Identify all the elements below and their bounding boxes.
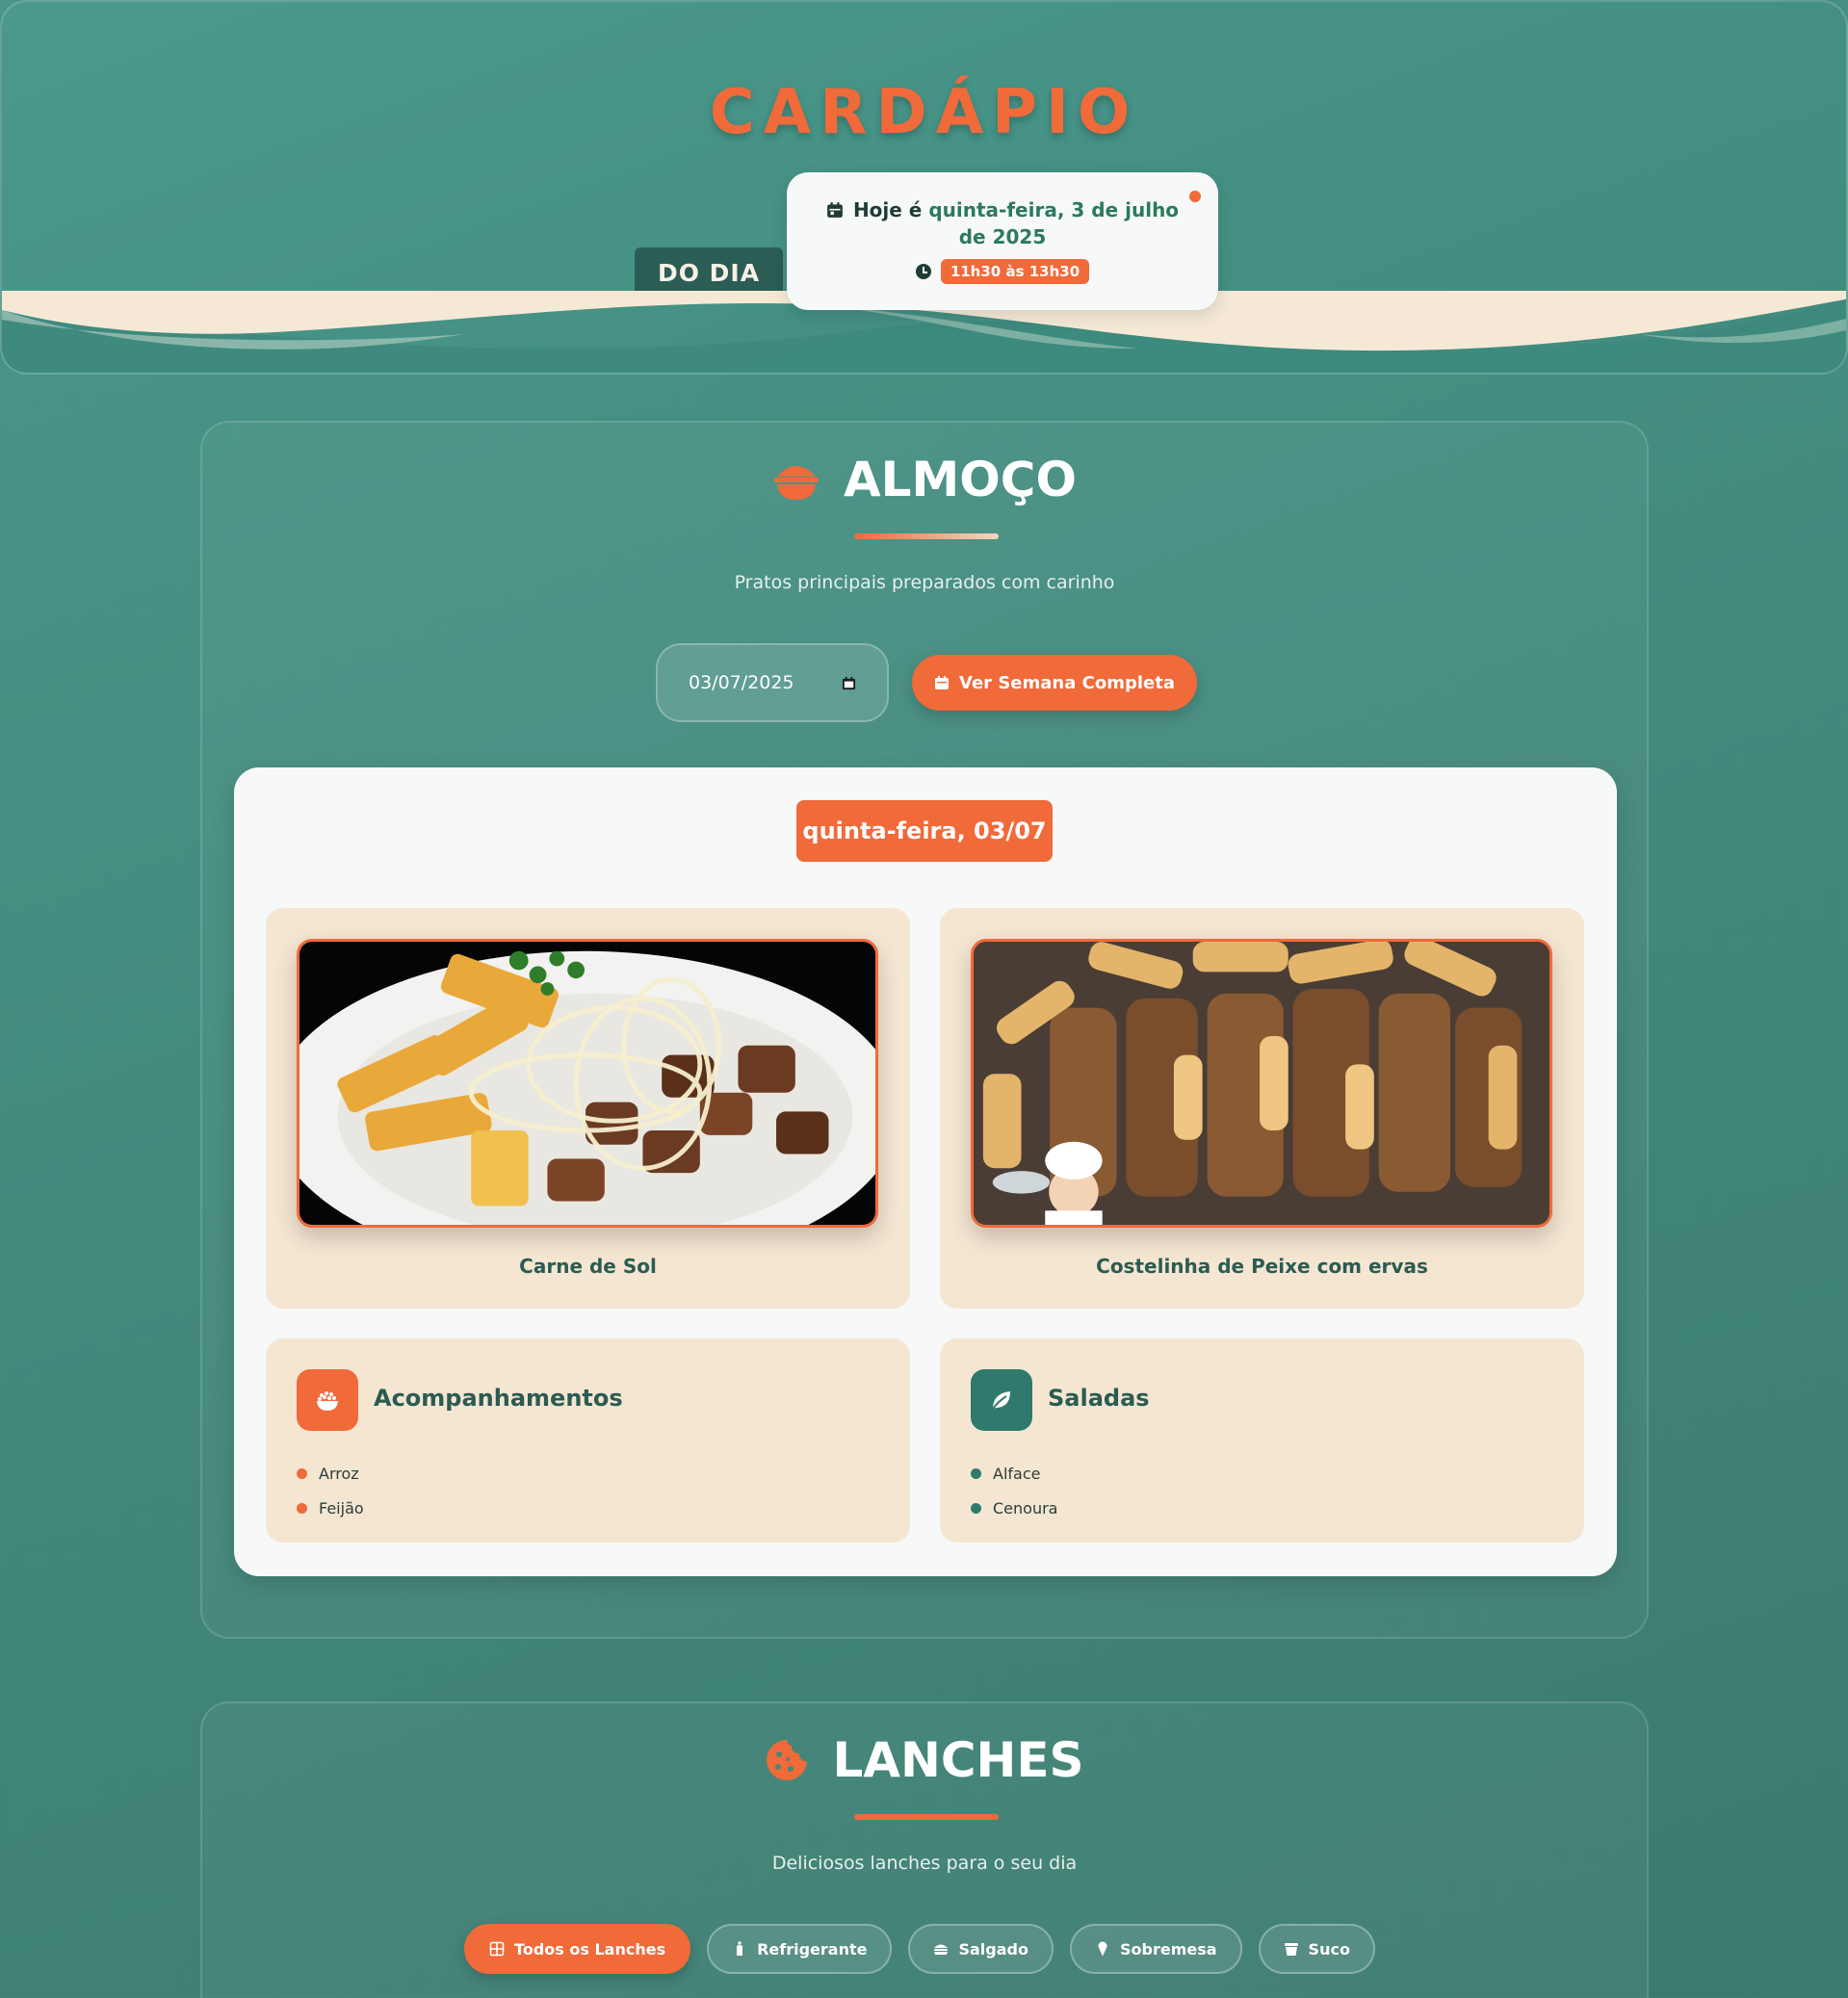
today-text: Hoje é quinta-feira, 3 de julho de 2025 [816,196,1189,250]
filter-todos-button[interactable]: Todos os Lanches [464,1924,691,1974]
filter-sobremesa-button[interactable]: Sobremesa [1069,1924,1242,1974]
dish-name: Carne de Sol [519,1255,657,1278]
calendar-icon [935,676,950,689]
saladas-list: Alface Cenoura [971,1456,1057,1525]
list-item-label: Alface [993,1464,1041,1483]
acompanhamentos-list: Arroz Feijão [297,1456,364,1525]
calendar-icon [827,202,843,218]
date-input[interactable]: 03/07/2025 [656,643,889,722]
almoco-section: ALMOÇO Pratos principais preparados com … [200,421,1649,1639]
ice-cream-icon [1098,1941,1107,1957]
cup-icon [1284,1943,1298,1956]
view-week-label: Ver Semana Completa [959,672,1175,693]
filter-suco-button[interactable]: Suco [1258,1924,1375,1974]
almoco-underline [854,533,999,539]
dish-photo [297,939,878,1228]
page-header: CARDÁPIO DO DIA Hoje é quinta-feira, 3 d… [0,0,1848,375]
filter-refrigerante-button[interactable]: Refrigerante [707,1924,893,1974]
costelinha-de-peixe-image [974,942,1549,1225]
filter-label: Todos os Lanches [514,1939,666,1959]
filter-salgado-button[interactable]: Salgado [908,1924,1054,1974]
today-card: Hoje é quinta-feira, 3 de julho de 2025 … [787,172,1218,310]
filter-label: Sobremesa [1119,1939,1217,1959]
date-input-value: 03/07/2025 [689,672,794,693]
day-badge: quinta-feira, 03/07 [796,800,1053,862]
menu-card: quinta-feira, 03/07 Carne de Sol Costeli… [234,767,1617,1576]
clock-icon [915,264,931,279]
bottle-icon [737,1941,743,1956]
lanches-title: LANCHES [832,1732,1084,1788]
bullet [971,1467,981,1479]
bullet [297,1502,307,1514]
almoco-subtitle: Pratos principais preparados com carinho [734,572,1115,593]
almoco-heading: ALMOÇO [202,452,1647,507]
dish-name: Costelinha de Peixe com ervas [1096,1255,1428,1278]
bowl-icon [773,466,819,500]
burger-icon [934,1944,949,1955]
filter-label: Refrigerante [757,1939,868,1959]
list-item: Alface [971,1456,1057,1491]
filter-label: Suco [1308,1939,1350,1959]
today-prefix: Hoje é [852,198,923,221]
dish-card[interactable]: Carne de Sol [266,908,910,1309]
lanches-section: LANCHES Deliciosos lanches para o seu di… [200,1701,1649,1998]
bullet [971,1502,981,1514]
time-badge: 11h30 às 13h30 [940,259,1090,284]
lanches-subtitle: Deliciosos lanches para o seu dia [771,1853,1078,1874]
cookie-icon [767,1740,808,1780]
bullet [297,1467,307,1479]
list-item: Feijão [297,1491,364,1525]
dish-card[interactable]: Costelinha de Peixe com ervas [940,908,1584,1309]
acompanhamentos-title: Acompanhamentos [374,1385,623,1412]
lanches-underline [854,1814,999,1820]
saladas-title: Saladas [1048,1385,1150,1412]
view-week-button[interactable]: Ver Semana Completa [912,655,1197,711]
list-item-label: Arroz [319,1464,359,1483]
dish-photo [971,939,1552,1228]
status-dot [1189,191,1201,202]
list-item: Cenoura [971,1491,1057,1525]
almoco-title: ALMOÇO [843,452,1078,507]
list-item: Arroz [297,1456,364,1491]
grid-icon [489,1941,505,1957]
list-item-label: Feijão [319,1498,364,1518]
rice-bowl-icon [297,1369,358,1431]
saladas-card: Saladas Alface Cenoura [940,1338,1584,1543]
carne-de-sol-image [299,942,875,1225]
leaf-icon [971,1369,1032,1431]
calendar-picker-icon[interactable] [842,676,856,690]
time-row: 11h30 às 13h30 [787,259,1218,284]
acompanhamentos-card: Acompanhamentos Arroz Feijão [266,1338,910,1543]
lanches-filters: Todos os Lanches Refrigerante Salgado So… [202,1924,1647,1974]
today-date: quinta-feira, 3 de julho de 2025 [928,198,1180,248]
page-title: CARDÁPIO [709,77,1139,148]
filter-label: Salgado [958,1939,1028,1959]
list-item-label: Cenoura [993,1498,1058,1518]
lanches-heading: LANCHES [202,1732,1647,1788]
